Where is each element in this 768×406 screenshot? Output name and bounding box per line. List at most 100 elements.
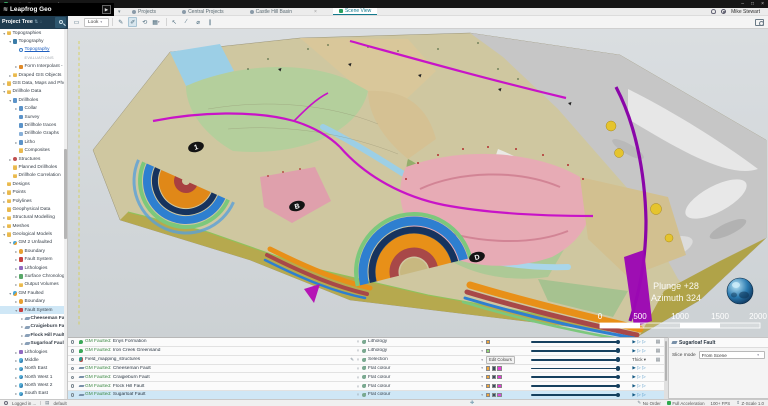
maximize-icon[interactable]: □ [751,2,754,7]
shading-select[interactable]: Flat colour▾ [362,392,486,397]
expander-icon[interactable]: ▸ [14,350,19,355]
expander-icon[interactable]: ▸ [8,157,13,162]
wireframe-icon[interactable]: ▷ [642,383,645,389]
tree-sort-icon[interactable]: ⇅ [34,20,38,25]
colour-swatch[interactable] [486,375,490,379]
slider-thumb[interactable] [616,393,620,397]
shading-select[interactable]: Flat colour▾ [362,375,486,380]
expander-icon[interactable]: ▾ [2,232,7,237]
slicer-icon[interactable]: ▦▾ [152,17,162,27]
expander-icon[interactable]: ▾ [8,240,13,245]
wireframe-icon[interactable]: ▷ [642,392,645,398]
tree-item-collar[interactable]: ▸Collar [0,105,67,113]
flat-shading-icon[interactable]: ▶ [632,365,635,371]
expander-icon[interactable]: ▸ [14,375,19,380]
colour-swatch[interactable] [497,384,501,388]
tree-item-fault-system[interactable]: ▸Fault System [0,256,67,264]
tree-item-planned-drillholes[interactable]: Planned Drillholes [0,163,67,171]
wireframe-icon[interactable]: ▷ [642,348,645,354]
slider-thumb[interactable] [616,357,620,361]
expander-icon[interactable]: ▸ [14,274,19,279]
colour-swatch[interactable] [492,393,496,397]
expander-icon[interactable]: ▸ [14,358,19,363]
expander-icon[interactable]: ▾ [8,291,13,296]
remove-from-scene-icon[interactable]: × [354,392,362,397]
smooth-shading-icon[interactable]: ▷ [637,365,640,371]
colour-swatch[interactable] [492,384,496,388]
tab-overflow-chevron-icon[interactable]: ▾ [118,9,121,15]
smooth-shading-icon[interactable]: ▷ [637,383,640,389]
tree-item-middle[interactable]: ▸Middle [0,356,67,364]
tree-item-lithologies[interactable]: ▸Lithologies [0,348,67,356]
colour-swatch[interactable] [497,375,501,379]
opacity-slider[interactable] [531,376,619,378]
wireframe-icon[interactable]: ▷ [642,339,645,345]
tree-item-composites[interactable]: Composites [0,146,67,154]
scene-canvas[interactable]: 1 B D Plunge +28 Azimuth 324 0 500 1000 … [68,29,768,337]
expander-icon[interactable]: ▾ [8,98,13,103]
tree-item-litho[interactable]: ▸Litho [0,138,67,146]
remove-from-scene-icon[interactable]: × [354,348,362,353]
flat-shading-icon[interactable]: ▶ [632,374,635,380]
tree-item-north-west-1[interactable]: ▸North West 1 [0,373,67,381]
tree-item-geophysical-data[interactable]: Geophysical Data [0,205,67,213]
tree-item-drillhole-data[interactable]: ▾Drillhole Data [0,88,67,96]
shape-row-craigieburn-fault[interactable]: GM Faulted:Craigieburn Fault×Flat colour… [68,373,664,382]
tree-item-designs[interactable]: Designs [0,180,67,188]
minimize-icon[interactable]: – [741,2,744,7]
expander-icon[interactable]: ▸ [14,383,19,388]
tree-item-topography[interactable]: Topography [0,46,67,54]
eye-icon[interactable] [71,349,75,353]
wireframe-icon[interactable]: ▷ [642,374,645,380]
draw-slicer-line-icon[interactable]: ✎ [116,17,125,27]
remove-from-scene-icon[interactable]: × [354,357,362,362]
eye-icon[interactable] [71,393,75,397]
tree-item-form-interpolant-s[interactable]: ▸Form Interpolant - s... [0,63,67,71]
expander-icon[interactable]: ▸ [2,190,7,195]
wireframe-icon[interactable]: ▷ [642,365,645,371]
smooth-shading-icon[interactable]: ▷ [637,339,640,345]
tree-item-surface-chronology[interactable]: ▸Surface Chronology [0,272,67,280]
tree-search-button[interactable] [55,17,66,28]
expander-icon[interactable]: ▸ [2,81,7,86]
shading-select[interactable]: Flat colour▾ [362,366,486,371]
tree-item-meshes[interactable]: ▸Meshes [0,222,67,230]
expander-icon[interactable]: ▸ [14,140,19,145]
shape-row-flock-hill-fault[interactable]: GM Faulted:Flock Hill Fault×Flat colour▾… [68,382,664,391]
line-width-select[interactable]: Thick ▾ [632,357,646,363]
slider-thumb[interactable] [616,384,620,388]
tree-item-cheeseman-fault[interactable]: ▸Cheeseman Fault [0,314,67,322]
expander-icon[interactable]: ▾ [8,39,13,44]
opacity-slider[interactable] [531,385,619,387]
flat-shading-icon[interactable]: ▶ [632,392,635,398]
select-icon[interactable]: ↖ [170,17,179,27]
eye-icon[interactable] [71,358,75,362]
tree-item-structures[interactable]: ▸Structures [0,155,67,163]
close-icon[interactable]: × [761,2,764,7]
remove-from-scene-icon[interactable]: × [354,366,362,371]
shading-select[interactable]: Selection▾ [362,357,486,362]
remove-from-scene-icon[interactable]: × [354,384,362,389]
user-avatar-icon[interactable] [721,9,727,15]
colour-swatch[interactable] [497,393,501,397]
tree-item-gis-data-maps-and-photos[interactable]: ▸GIS Data, Maps and Photos [0,79,67,87]
expander-icon[interactable]: ▸ [14,249,19,254]
shading-select[interactable]: Lithology▾ [362,348,486,353]
camera-icon[interactable] [755,19,764,26]
shape-row-iron-creek-greensand[interactable]: GM Faulted:Iron Creek Greensand×Litholog… [68,347,664,356]
expander-icon[interactable]: ▸ [2,199,7,204]
shape-row-field-mapping-structures[interactable]: Field_mapping_structures✎×Selection▾Edit… [68,356,664,365]
tree-item-lithologies[interactable]: ▸Lithologies [0,264,67,272]
expander-icon[interactable]: ▸ [14,266,19,271]
colour-swatch[interactable] [492,375,496,379]
slider-thumb[interactable] [616,366,620,370]
scene-3d-view[interactable]: 1 B D Plunge +28 Azimuth 324 0 500 1000 … [68,29,768,337]
expander-icon[interactable]: ▸ [14,366,19,371]
colour-swatch[interactable] [492,366,496,370]
look-menu[interactable]: Look▾ [84,18,109,27]
tree-item-evaluations[interactable]: EVALUATIONS [0,54,67,62]
tree-item-topography[interactable]: ▾Topography [0,37,67,45]
tab-projects[interactable]: Projects [126,8,162,15]
expander-icon[interactable]: ▸ [14,106,19,111]
tree-item-drillhole-graphs[interactable]: Drillhole Graphs [0,130,67,138]
